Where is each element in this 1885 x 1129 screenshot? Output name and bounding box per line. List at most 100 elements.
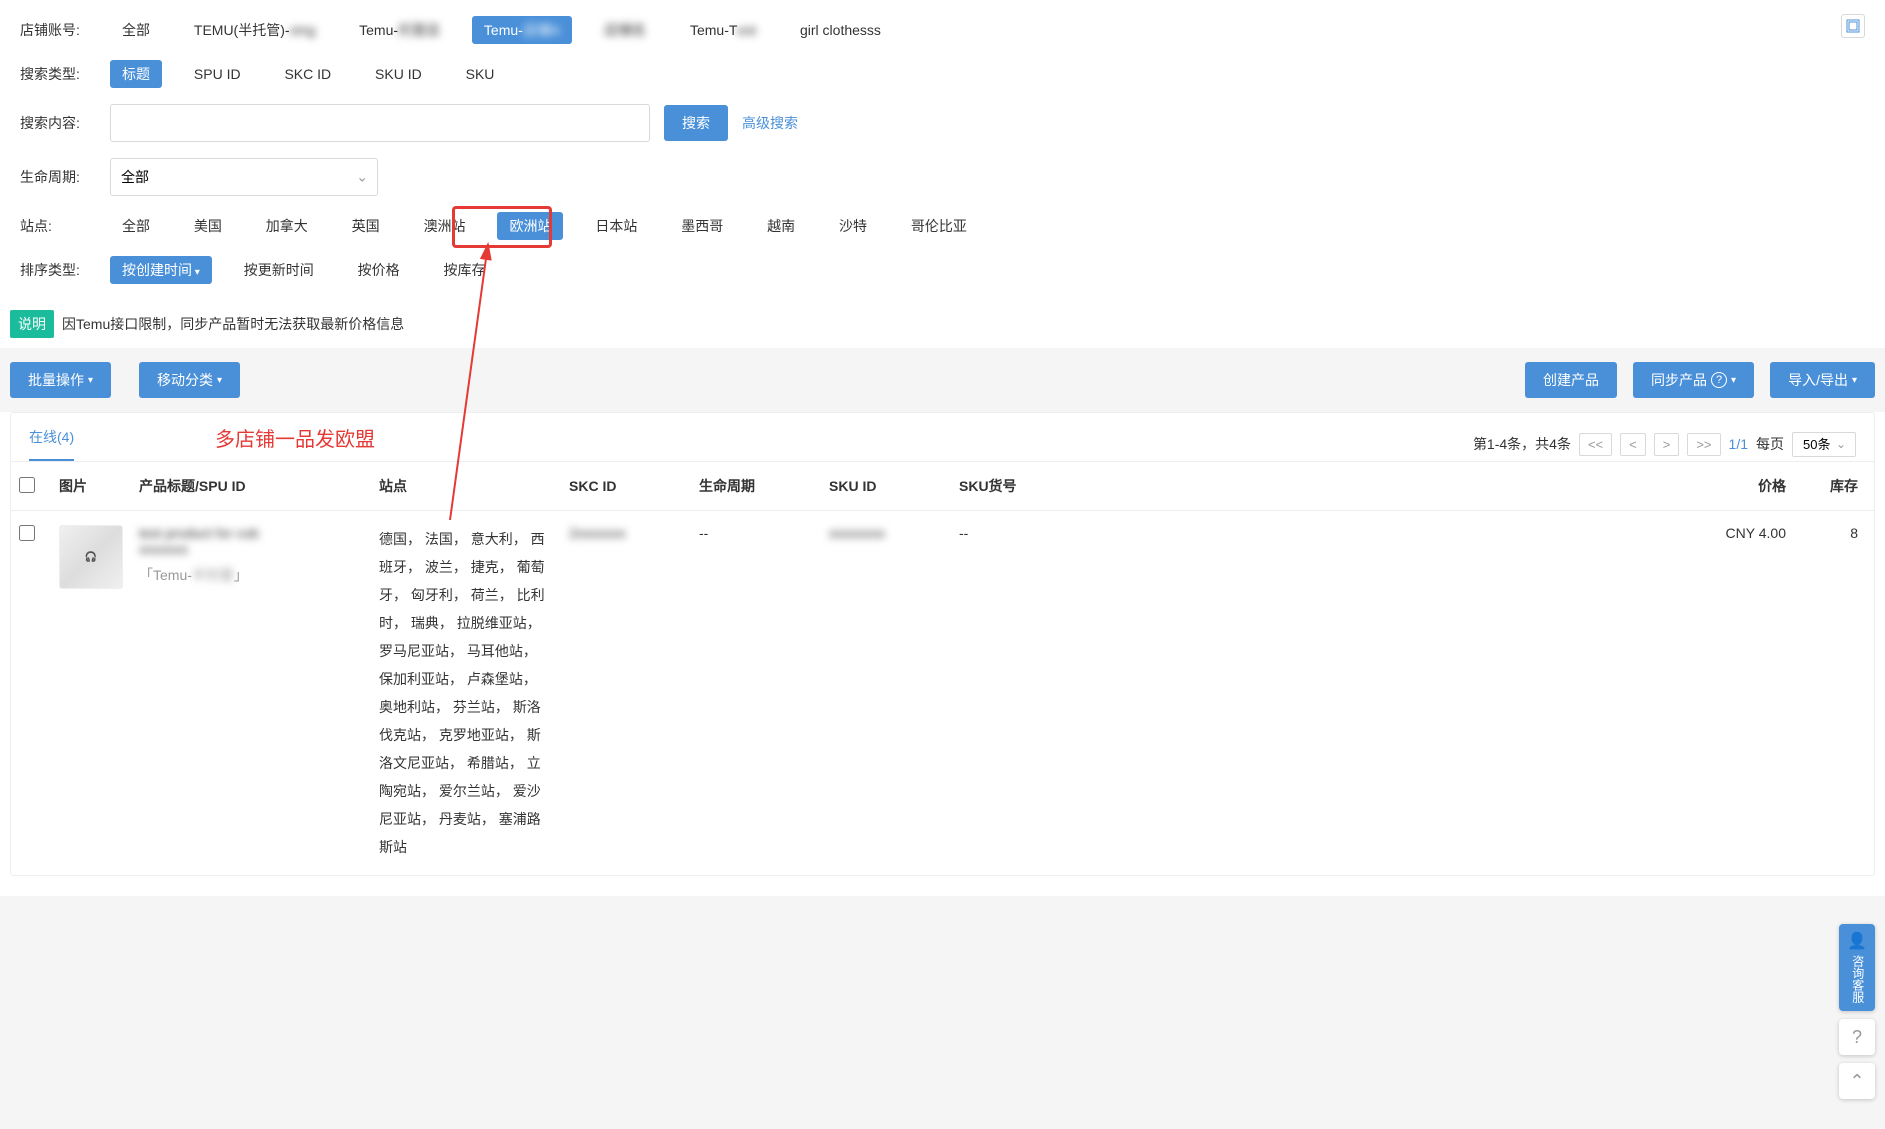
search-type-row: 搜索类型: 标题 SPU ID SKC ID SKU ID SKU xyxy=(20,52,1865,96)
site-ca[interactable]: 加拿大 xyxy=(254,212,320,240)
sort-stock[interactable]: 按库存 xyxy=(431,256,497,284)
table-row: 🎧 test product for cob xxxxxxx 「Temu-半托管… xyxy=(11,511,1874,876)
action-bar: 批量操作 移动分类 创建产品 同步产品? 导入/导出 xyxy=(0,348,1885,412)
site-eu[interactable]: 欧洲站 xyxy=(497,212,563,240)
site-us[interactable]: 美国 xyxy=(182,212,234,240)
shop-tag-2[interactable]: Temu-托管店 xyxy=(347,16,452,44)
chevron-up-icon: ⌃ xyxy=(1849,1071,1864,1092)
site-all[interactable]: 全部 xyxy=(110,212,162,240)
site-row: 站点: 全部 美国 加拿大 英国 澳洲站 欧洲站 日本站 墨西哥 越南 沙特 哥… xyxy=(20,204,1865,248)
sort-label: 排序类型: xyxy=(20,260,110,280)
cell-price: CNY 4.00 xyxy=(1694,511,1794,876)
select-all-checkbox[interactable] xyxy=(19,477,35,493)
pager-first[interactable]: << xyxy=(1579,433,1612,456)
person-icon: 👤 xyxy=(1847,932,1867,953)
cell-sites: 德国， 法国， 意大利， 西班牙， 波兰， 捷克， 葡萄牙， 匈牙利， 荷兰， … xyxy=(371,511,561,876)
site-sa[interactable]: 沙特 xyxy=(827,212,879,240)
search-type-spu[interactable]: SPU ID xyxy=(182,62,253,86)
cell-lifecycle: -- xyxy=(691,511,821,876)
th-image: 图片 xyxy=(51,462,131,511)
tab-online[interactable]: 在线(4) xyxy=(29,427,74,461)
pager-last[interactable]: >> xyxy=(1687,433,1720,456)
cell-skuid: xxxxxxxx xyxy=(821,511,951,876)
site-label: 站点: xyxy=(20,216,110,236)
site-co[interactable]: 哥伦比亚 xyxy=(899,212,979,240)
help-icon: ? xyxy=(1711,372,1727,388)
shop-tag-1[interactable]: TEMU(半托管)-xing xyxy=(182,16,327,44)
question-icon: ? xyxy=(1852,1027,1862,1048)
search-type-skc[interactable]: SKC ID xyxy=(272,62,343,86)
search-button[interactable]: 搜索 xyxy=(664,105,728,141)
pager-prev[interactable]: < xyxy=(1620,433,1646,456)
th-site: 站点 xyxy=(371,462,561,511)
move-category-button[interactable]: 移动分类 xyxy=(139,362,240,398)
import-export-button[interactable]: 导入/导出 xyxy=(1770,362,1875,398)
search-type-title[interactable]: 标题 xyxy=(110,60,162,88)
site-jp[interactable]: 日本站 xyxy=(583,212,649,240)
help-button[interactable]: ? xyxy=(1839,1019,1875,1055)
scroll-top-button[interactable]: ⌃ xyxy=(1839,1063,1875,1099)
store-tag: 「Temu-半托管」 xyxy=(139,565,363,585)
shop-tag-4[interactable]: 店铺名 xyxy=(592,16,658,44)
table-panel: 在线(4) 多店铺一品发欧盟 第1-4条，共4条 << < > >> 1/1 每… xyxy=(10,412,1875,876)
tab-bar: 在线(4) 多店铺一品发欧盟 第1-4条，共4条 << < > >> 1/1 每… xyxy=(11,413,1874,462)
shop-tags: 全部 TEMU(半托管)-xing Temu-托管店 Temu-店铺A 店铺名 … xyxy=(110,16,909,44)
table-header-row: 图片 产品标题/SPU ID 站点 SKC ID 生命周期 SKU ID SKU… xyxy=(11,462,1874,511)
page-size-select[interactable]: 50条 xyxy=(1792,432,1856,457)
th-skuid: SKU ID xyxy=(821,462,951,511)
pager-next[interactable]: > xyxy=(1654,433,1680,456)
pager-page: 1/1 xyxy=(1729,436,1748,452)
notice-bar: 说明 因Temu接口限制，同步产品暂时无法获取最新价格信息 xyxy=(0,300,1885,348)
site-uk[interactable]: 英国 xyxy=(340,212,392,240)
sort-price[interactable]: 按价格 xyxy=(346,256,412,284)
pager-summary: 第1-4条，共4条 xyxy=(1473,434,1571,454)
create-product-button[interactable]: 创建产品 xyxy=(1525,362,1617,398)
notice-text: 因Temu接口限制，同步产品暂时无法获取最新价格信息 xyxy=(62,314,404,334)
cell-stock: 8 xyxy=(1794,511,1874,876)
shop-account-label: 店铺账号: xyxy=(20,20,110,40)
shop-tag-all[interactable]: 全部 xyxy=(110,16,162,44)
th-skc: SKC ID xyxy=(561,462,691,511)
advanced-search-link[interactable]: 高级搜索 xyxy=(742,113,798,133)
search-content-row: 搜索内容: 搜索 高级搜索 xyxy=(20,96,1865,150)
cell-skc: 2xxxxxxx xyxy=(561,511,691,876)
side-widgets: 👤 咨询客服 ? ⌃ xyxy=(1839,924,1875,1099)
customer-service-button[interactable]: 👤 咨询客服 xyxy=(1839,924,1875,1011)
product-table: 图片 产品标题/SPU ID 站点 SKC ID 生命周期 SKU ID SKU… xyxy=(11,462,1874,875)
cell-skuno: -- xyxy=(951,511,1694,876)
batch-action-button[interactable]: 批量操作 xyxy=(10,362,111,398)
shop-account-row: 店铺账号: 全部 TEMU(半托管)-xing Temu-托管店 Temu-店铺… xyxy=(20,8,1865,52)
sync-product-button[interactable]: 同步产品? xyxy=(1633,362,1754,398)
product-image[interactable]: 🎧 xyxy=(59,525,123,589)
th-title: 产品标题/SPU ID xyxy=(131,462,371,511)
search-type-label: 搜索类型: xyxy=(20,64,110,84)
sort-created[interactable]: 按创建时间 xyxy=(110,256,212,284)
shop-tag-6[interactable]: girl clothesss xyxy=(788,18,893,42)
row-checkbox[interactable] xyxy=(19,525,35,541)
shop-tag-3[interactable]: Temu-店铺A xyxy=(472,16,572,44)
cell-title: test product for cob xxxxxxx 「Temu-半托管」 xyxy=(131,511,371,876)
search-content-label: 搜索内容: xyxy=(20,113,110,133)
th-skuno: SKU货号 xyxy=(951,462,1694,511)
site-au[interactable]: 澳洲站 xyxy=(412,212,478,240)
lifecycle-select[interactable]: 全部 xyxy=(110,158,378,196)
search-type-skuid[interactable]: SKU ID xyxy=(363,62,434,86)
search-type-sku[interactable]: SKU xyxy=(454,62,507,86)
pager: 第1-4条，共4条 << < > >> 1/1 每页 50条 ⌄ xyxy=(1473,432,1856,457)
notice-tag: 说明 xyxy=(10,310,54,338)
site-tags: 全部 美国 加拿大 英国 澳洲站 欧洲站 日本站 墨西哥 越南 沙特 哥伦比亚 xyxy=(110,212,995,240)
th-lifecycle: 生命周期 xyxy=(691,462,821,511)
site-vn[interactable]: 越南 xyxy=(755,212,807,240)
lifecycle-row: 生命周期: 全部 ⌄ xyxy=(20,150,1865,204)
site-mx[interactable]: 墨西哥 xyxy=(669,212,735,240)
annotation-text: 多店铺一品发欧盟 xyxy=(215,423,375,452)
th-stock: 库存 xyxy=(1794,462,1874,511)
shop-tag-5[interactable]: Temu-Test xyxy=(678,18,768,42)
pager-per-label: 每页 xyxy=(1756,434,1784,454)
expand-icon[interactable] xyxy=(1841,14,1865,38)
lifecycle-label: 生命周期: xyxy=(20,167,110,187)
sort-updated[interactable]: 按更新时间 xyxy=(232,256,326,284)
th-price: 价格 xyxy=(1694,462,1794,511)
sort-row: 排序类型: 按创建时间 按更新时间 按价格 按库存 xyxy=(20,248,1865,292)
search-input[interactable] xyxy=(110,104,650,142)
